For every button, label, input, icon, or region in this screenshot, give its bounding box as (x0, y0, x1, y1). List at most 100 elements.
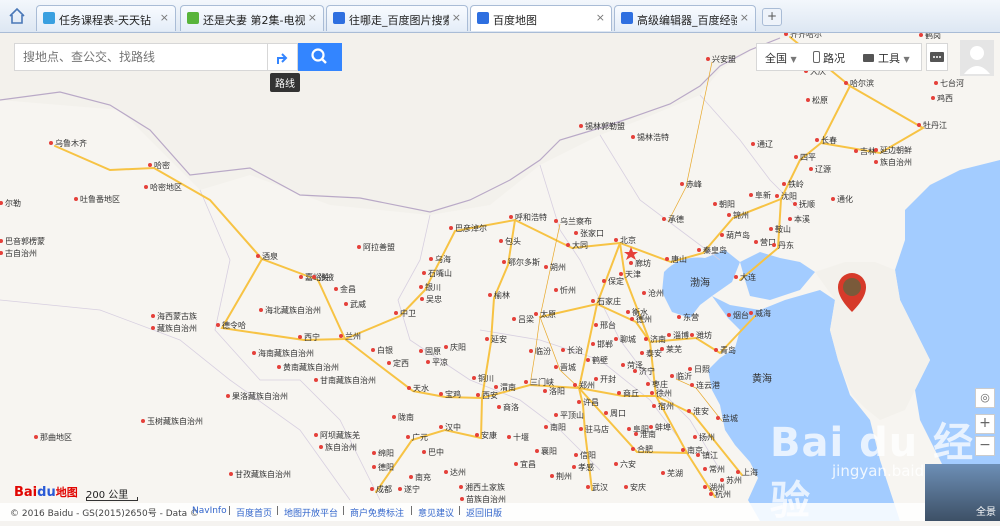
map-place-label[interactable]: 延安 (491, 334, 507, 344)
city-dot[interactable] (667, 333, 671, 337)
city-dot[interactable] (709, 492, 713, 496)
city-dot[interactable] (372, 451, 376, 455)
map-place-label[interactable]: 邢台 (600, 320, 616, 330)
city-dot[interactable] (299, 275, 303, 279)
city-dot[interactable] (439, 425, 443, 429)
city-dot[interactable] (314, 378, 318, 382)
map-place-label[interactable]: 莱芜 (666, 344, 682, 354)
map-place-label[interactable]: 朔州 (550, 262, 566, 272)
navinfo-link[interactable]: NavInfo (192, 506, 227, 516)
map-place-label[interactable]: 金昌 (340, 284, 356, 294)
map-place-label[interactable]: 吕梁 (518, 315, 534, 324)
city-dot[interactable] (649, 425, 653, 429)
map-place-label[interactable]: 黄南藏族自治州 (283, 362, 339, 372)
city-dot[interactable] (693, 435, 697, 439)
city-dot[interactable] (229, 472, 233, 476)
tab-close-icon[interactable]: × (452, 11, 461, 24)
map-place-label[interactable]: 泰安 (646, 348, 662, 358)
map-place-label[interactable]: 酒泉 (262, 251, 278, 261)
map-place-label[interactable]: 甘南藏族自治州 (320, 375, 376, 385)
city-dot[interactable] (370, 487, 374, 491)
map-place-label[interactable]: 锦州 (733, 210, 749, 220)
map-place-label[interactable]: 荆州 (556, 471, 572, 481)
tab-close-icon[interactable]: × (308, 11, 317, 24)
map-place-label[interactable]: 通辽 (757, 139, 773, 149)
map-place-label[interactable]: 潍坊 (696, 330, 712, 340)
city-dot[interactable] (754, 240, 758, 244)
city-dot[interactable] (524, 380, 528, 384)
map-place-label[interactable]: 临汾 (535, 346, 551, 356)
map-place-label[interactable]: 郑州 (579, 380, 595, 390)
city-dot[interactable] (344, 302, 348, 306)
map-place-label[interactable]: 巴中 (428, 447, 444, 457)
city-dot[interactable] (407, 386, 411, 390)
map-place-label[interactable]: 宝鸡 (445, 389, 461, 399)
map-place-label[interactable]: 玉树藏族自治州 (147, 416, 203, 426)
city-dot[interactable] (543, 389, 547, 393)
city-dot[interactable] (579, 124, 583, 128)
map-place-label[interactable]: 平凉 (432, 357, 448, 367)
footer-link-feedback[interactable]: 意见建议 (418, 506, 454, 519)
city-dot[interactable] (650, 391, 654, 395)
city-dot[interactable] (544, 425, 548, 429)
map-place-label[interactable]: 上海 (742, 467, 758, 477)
map-place-label[interactable]: 菏泽 (627, 360, 643, 370)
city-dot[interactable] (574, 453, 578, 457)
city-dot[interactable] (422, 271, 426, 275)
city-dot[interactable] (809, 167, 813, 171)
city-dot[interactable] (148, 163, 152, 167)
city-dot[interactable] (357, 245, 361, 249)
city-dot[interactable] (422, 450, 426, 454)
city-dot[interactable] (788, 217, 792, 221)
map-place-label[interactable]: 乌兰察布 (560, 216, 592, 226)
city-dot[interactable] (652, 404, 656, 408)
city-dot[interactable] (476, 393, 480, 397)
city-dot[interactable] (579, 427, 583, 431)
city-dot[interactable] (550, 474, 554, 478)
map-place-label[interactable]: 大连 (740, 272, 756, 282)
map-place-label[interactable]: 齐齐哈尔 (790, 33, 822, 39)
map-place-label[interactable]: 果洛藏族自治州 (232, 391, 288, 401)
city-dot[interactable] (256, 254, 260, 258)
map-place-label[interactable]: 德令哈 (222, 320, 246, 330)
city-dot[interactable] (534, 312, 538, 316)
city-dot[interactable] (854, 149, 858, 153)
city-dot[interactable] (485, 337, 489, 341)
city-dot[interactable] (670, 374, 674, 378)
city-dot[interactable] (720, 233, 724, 237)
city-dot[interactable] (917, 123, 921, 127)
map-place-label[interactable]: 北京 (620, 235, 636, 245)
city-dot[interactable] (398, 487, 402, 491)
map-place-label[interactable]: 南阳 (550, 422, 566, 432)
city-dot[interactable] (727, 213, 731, 217)
city-dot[interactable] (703, 485, 707, 489)
map-place-label[interactable]: 平顶山 (560, 410, 584, 420)
map-place-label[interactable]: 甘孜藏族自治州 (235, 469, 291, 479)
city-dot[interactable] (646, 382, 650, 386)
map-place-label[interactable]: 德阳 (378, 462, 394, 472)
city-dot[interactable] (690, 383, 694, 387)
map-place-label[interactable]: 洛阳 (549, 386, 565, 396)
city-dot[interactable] (475, 433, 479, 437)
map-place-label[interactable]: 秦皇岛 (703, 245, 727, 255)
map-place-label[interactable]: 银川 (425, 282, 441, 292)
city-dot[interactable] (630, 317, 634, 321)
city-dot[interactable] (387, 361, 391, 365)
city-dot[interactable] (472, 376, 476, 380)
search-box[interactable] (14, 43, 271, 71)
map-place-label[interactable]: 朝阳 (719, 200, 735, 209)
map-place-label[interactable]: 西宁 (304, 332, 320, 342)
map-place-label[interactable]: 晋城 (560, 363, 576, 372)
tab-close-icon[interactable]: × (160, 11, 169, 24)
map-place-label[interactable]: 六安 (620, 459, 636, 469)
map-place-label[interactable]: 盐城 (722, 413, 738, 423)
city-dot[interactable] (736, 470, 740, 474)
map-place-label[interactable]: 聊城 (620, 335, 636, 344)
city-dot[interactable] (535, 449, 539, 453)
city-dot[interactable] (591, 299, 595, 303)
city-dot[interactable] (681, 448, 685, 452)
map-place-label[interactable]: 苏州 (726, 475, 742, 485)
map-place-label[interactable]: 东营 (683, 312, 699, 322)
map-place-label[interactable]: 哈密地区 (150, 182, 182, 192)
city-dot[interactable] (617, 391, 621, 395)
